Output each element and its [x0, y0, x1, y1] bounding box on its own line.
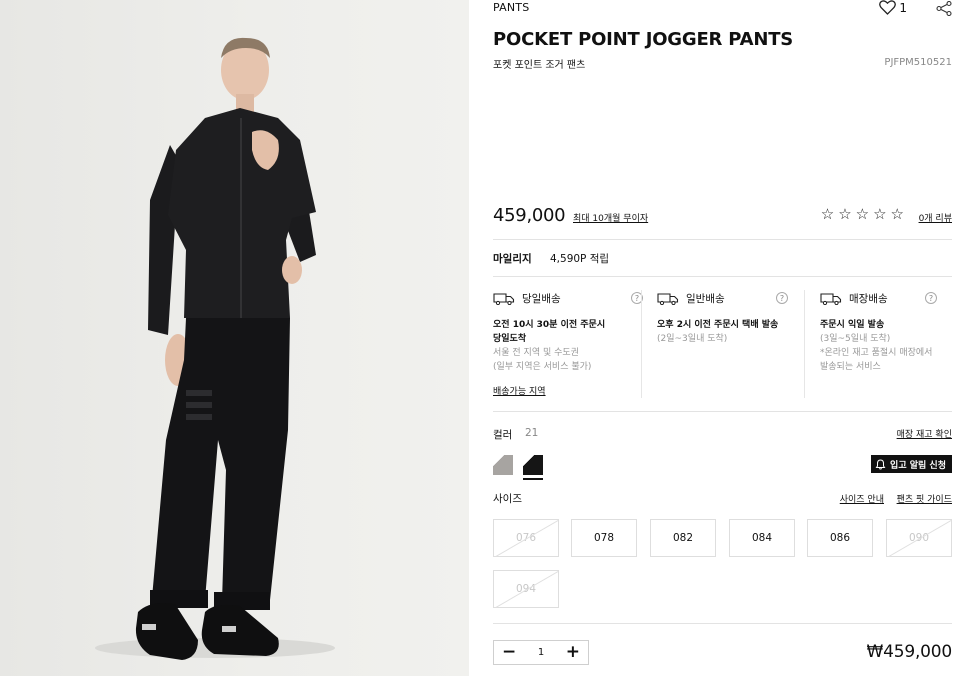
wishlist-button[interactable]: 1: [879, 0, 907, 15]
size-option-label: 084: [751, 532, 773, 544]
size-label: 사이즈: [493, 493, 522, 505]
size-option-label: 082: [672, 532, 694, 544]
product-price: 459,000: [493, 205, 566, 226]
shipping-title: 매장배송: [849, 292, 888, 305]
shipping-note-line: (2일~3일내 도착): [657, 334, 728, 344]
help-icon[interactable]: ?: [776, 292, 788, 304]
color-count: 21: [525, 427, 539, 439]
review-link[interactable]: 0개 리뷰: [919, 211, 952, 224]
color-swatch-black[interactable]: [523, 455, 543, 475]
total-price: ₩459,000: [866, 642, 952, 662]
quantity-stepper: − 1 +: [493, 640, 589, 665]
size-option-078[interactable]: 078: [571, 519, 637, 557]
product-code: PJFPM510521: [884, 57, 952, 68]
size-option-090[interactable]: 090: [886, 519, 952, 557]
product-info-panel: PANTS 1 POCKET POINT JOGGER PANTS 포켓 포인트…: [493, 0, 952, 676]
shipping-note: 서울 전 지역 및 수도권 (일부 지역은 서비스 불가): [493, 346, 643, 374]
size-option-086[interactable]: 086: [807, 519, 873, 557]
divider: [493, 276, 952, 277]
divider: [493, 411, 952, 412]
shipping-option-standard: 일반배송 ? 오후 2시 이전 주문시 택배 발송 (2일~3일내 도착): [657, 290, 788, 346]
installment-link[interactable]: 최대 10개월 무이자: [573, 211, 648, 224]
size-option-082[interactable]: 082: [650, 519, 716, 557]
divider: [493, 239, 952, 240]
color-label: 컬러: [493, 429, 513, 441]
divider: [804, 290, 805, 398]
share-icon[interactable]: [936, 1, 952, 16]
size-guide-link[interactable]: 사이즈 안내: [840, 492, 884, 505]
shipping-title: 당일배송: [522, 292, 561, 305]
size-option-094[interactable]: 094: [493, 570, 559, 608]
size-option-label: 094: [515, 583, 537, 595]
shipping-option-store: 매장배송 ? 주문시 익일 발송 (3일~5일내 도착) *온라인 재고 품절시…: [820, 290, 937, 374]
size-option-label: 090: [908, 532, 930, 544]
wishlist-count: 1: [899, 0, 907, 15]
rating-stars: ☆ ☆ ☆ ☆ ☆: [821, 207, 904, 222]
divider: [493, 623, 952, 624]
shipping-detail-line: 주문시 익일 발송: [820, 320, 885, 330]
shipping-note: (3일~5일내 도착) *온라인 재고 품절시 매장에서 발송되는 서비스: [820, 332, 937, 374]
quantity-decrease-button[interactable]: −: [502, 644, 516, 661]
shipping-note-line: (3일~5일내 도착): [820, 334, 891, 344]
model-illustration: [95, 37, 335, 660]
shipping-detail-line: 당일도착: [493, 334, 527, 344]
shipping-detail-line: 오후 2시 이전 주문시 택배 발송: [657, 320, 779, 330]
shipping-note-line: *온라인 재고 품절시 매장에서: [820, 348, 933, 358]
shipping-option-same-day: 당일배송 ? 오전 10시 30분 이전 주문시 당일도착 서울 전 지역 및 …: [493, 290, 643, 374]
same-day-truck-icon: [493, 292, 515, 305]
delivery-truck-icon: [657, 292, 679, 305]
shipping-detail: 오후 2시 이전 주문시 택배 발송: [657, 318, 788, 332]
color-swatch-gray[interactable]: [493, 455, 513, 475]
fit-guide-link[interactable]: 팬츠 핏 가이드: [897, 492, 952, 505]
shipping-detail: 주문시 익일 발송: [820, 318, 937, 332]
divider: [641, 290, 642, 398]
product-photo: [0, 0, 469, 676]
shipping-note-line: 서울 전 지역 및 수도권: [493, 348, 579, 358]
quantity-value[interactable]: 1: [538, 647, 544, 658]
size-option-label: 086: [829, 532, 851, 544]
restock-notify-label: 입고 알림 신청: [890, 460, 946, 471]
shipping-note-line: (일부 지역은 서비스 불가): [493, 362, 592, 372]
shipping-note: (2일~3일내 도착): [657, 332, 788, 346]
heart-icon: [879, 0, 897, 15]
star-icon: ☆: [820, 205, 835, 223]
star-icon: ☆: [855, 205, 870, 223]
star-icon: ☆: [890, 205, 904, 223]
selected-swatch-indicator: [523, 478, 543, 480]
store-truck-icon: [820, 292, 842, 305]
product-subtitle: 포켓 포인트 조거 팬츠: [493, 60, 586, 71]
mileage-label: 마일리지: [493, 253, 532, 265]
product-title: POCKET POINT JOGGER PANTS: [493, 29, 794, 50]
star-icon: ☆: [873, 205, 887, 223]
store-stock-link[interactable]: 매장 재고 확인: [897, 427, 952, 440]
size-option-076[interactable]: 076: [493, 519, 559, 557]
size-option-label: 076: [515, 532, 537, 544]
shipping-detail-line: 오전 10시 30분 이전 주문시: [493, 320, 606, 330]
restock-notify-button[interactable]: 입고 알림 신청: [871, 455, 952, 473]
size-option-084[interactable]: 084: [729, 519, 795, 557]
category-label: PANTS: [493, 1, 530, 14]
size-option-label: 078: [593, 532, 615, 544]
shipping-area-link[interactable]: 배송가능 지역: [493, 384, 546, 397]
star-icon: ☆: [838, 205, 852, 223]
shipping-note-line: 발송되는 서비스: [820, 362, 881, 372]
mileage-value: 4,590P 적립: [550, 253, 610, 265]
help-icon[interactable]: ?: [925, 292, 937, 304]
bell-icon: [875, 458, 886, 470]
shipping-title: 일반배송: [686, 292, 725, 305]
quantity-increase-button[interactable]: +: [566, 644, 580, 661]
shipping-detail: 오전 10시 30분 이전 주문시 당일도착: [493, 318, 643, 346]
